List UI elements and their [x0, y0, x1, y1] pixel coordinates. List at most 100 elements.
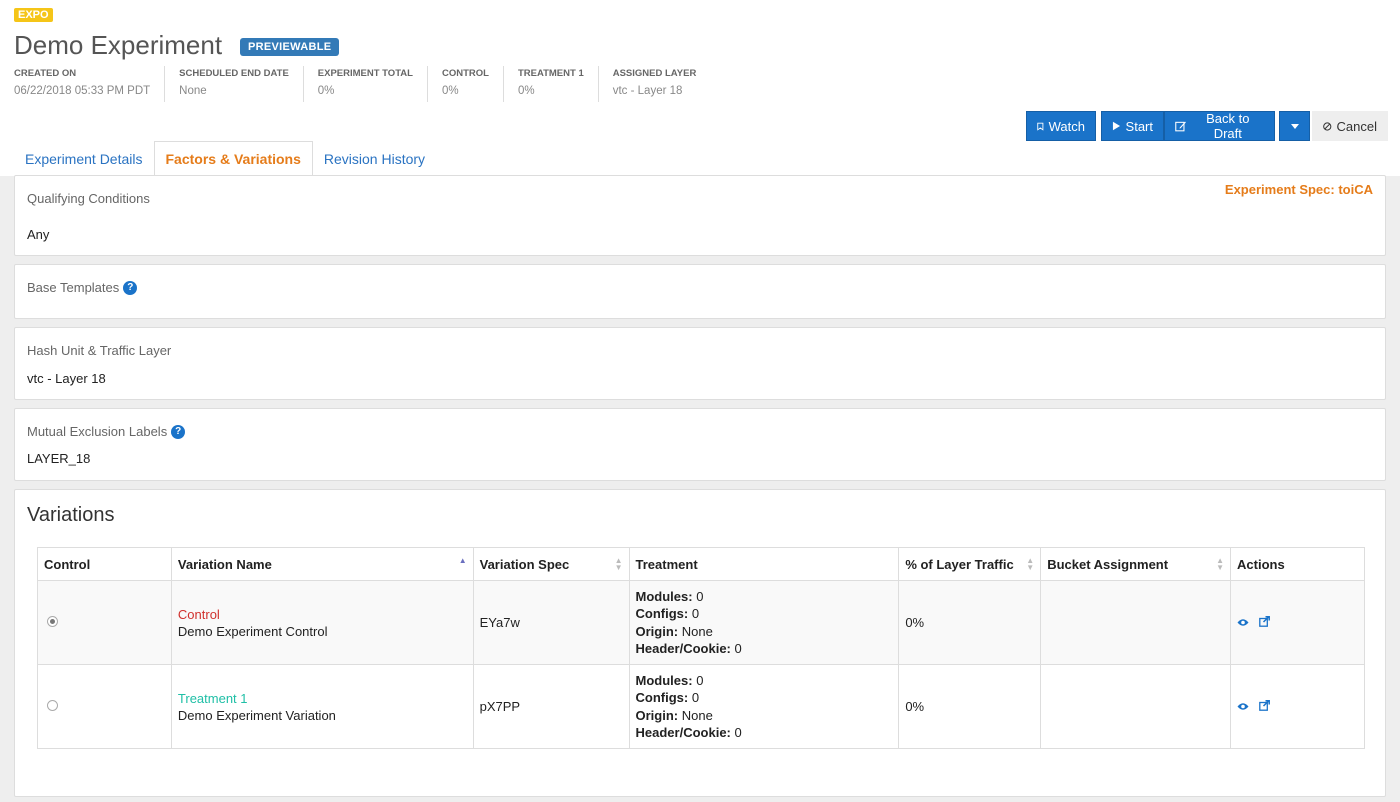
back-to-draft-button[interactable]: Back to Draft	[1164, 111, 1275, 141]
variation-type: Control	[177, 606, 220, 622]
column-header-treatment: Treatment	[628, 547, 900, 581]
back-to-draft-label: Back to Draft	[1206, 111, 1250, 141]
cancel-button-label: Cancel	[1336, 118, 1377, 134]
variations-table: Control Variation Name ▲ Variation Spec ▲ ▼…	[37, 547, 1365, 749]
layer-traffic: 0%	[898, 664, 1042, 749]
status-badge: PREVIEWABLE	[240, 38, 340, 56]
bucket-assignment	[1040, 664, 1232, 749]
bookmark-icon	[1037, 122, 1044, 131]
hash-unit-label: Hash Unit & Traffic Layer	[27, 343, 172, 358]
qualifying-conditions-panel: Qualifying Conditions Any Experiment Spe…	[14, 175, 1386, 256]
help-icon[interactable]: ?	[171, 424, 186, 439]
column-header-actions: Actions	[1230, 547, 1365, 581]
meta-label: ASSIGNED LAYER	[612, 68, 697, 79]
meta-value: 06/22/2018 05:33 PM PDT	[14, 85, 151, 97]
more-actions-group	[1279, 111, 1310, 141]
play-icon	[1112, 121, 1121, 131]
configs-value: 0	[691, 690, 700, 705]
mutual-exclusion-panel: Mutual Exclusion Labels ? LAYER_18	[14, 408, 1386, 481]
cancel-button-group: Cancel	[1312, 111, 1388, 141]
share-icon[interactable]	[1258, 616, 1270, 630]
meta-value: 0%	[317, 85, 335, 97]
meta-assigned-layer: ASSIGNED LAYER vtc - Layer 18	[597, 66, 711, 102]
meta-label: TREATMENT 1	[517, 68, 584, 79]
bucket-assignment	[1040, 580, 1232, 665]
share-icon[interactable]	[1258, 700, 1270, 714]
variation-name-cell: Control Demo Experiment Control	[170, 580, 474, 665]
column-header-variation-name[interactable]: Variation Name ▲	[170, 547, 474, 581]
table-row: Control Demo Experiment Control EYa7w Mo…	[37, 580, 1365, 665]
mutual-exclusion-label: Mutual Exclusion Labels	[27, 424, 168, 439]
control-radio-cell	[37, 664, 172, 749]
help-icon[interactable]: ?	[123, 280, 138, 295]
meta-experiment-total: EXPERIMENT TOTAL 0%	[302, 66, 427, 102]
header-cookie-value: 0	[734, 641, 742, 656]
treatment-cell: Modules: 0 Configs: 0 Origin: None Heade…	[628, 580, 900, 665]
qualifying-conditions-label: Qualifying Conditions	[27, 191, 150, 206]
column-header-bucket-assignment[interactable]: Bucket Assignment ▲ ▼	[1040, 547, 1232, 581]
meta-value: 0%	[441, 85, 459, 97]
sort-icon: ▲ ▼	[1026, 556, 1035, 572]
ban-icon	[1323, 121, 1332, 131]
base-templates-header: Base Templates ?	[27, 280, 138, 295]
page-title: Demo Experiment	[14, 30, 223, 60]
column-header-layer-traffic[interactable]: % of Layer Traffic ▲ ▼	[898, 547, 1042, 581]
watch-button-group: Watch	[1026, 111, 1096, 141]
meta-control: CONTROL 0%	[426, 66, 503, 102]
tab-bar: Experiment Details Factors & Variations …	[14, 141, 436, 176]
hash-unit-panel: Hash Unit & Traffic Layer vtc - Layer 18	[14, 327, 1386, 400]
meta-value: None	[179, 85, 207, 97]
variations-panel: Variations Control Variation Name ▲ Varia…	[14, 489, 1386, 797]
qualifying-conditions-value: Any	[27, 227, 50, 242]
actions-cell	[1230, 664, 1365, 749]
base-templates-label: Base Templates	[27, 280, 120, 295]
watch-button-label: Watch	[1048, 118, 1085, 134]
column-header-control: Control	[37, 547, 172, 581]
variations-title: Variations	[27, 504, 115, 526]
hash-unit-value: vtc - Layer 18	[27, 371, 106, 386]
sort-icon: ▲ ▼	[614, 556, 623, 572]
base-templates-panel: Base Templates ?	[14, 264, 1386, 319]
meta-label: CREATED ON	[14, 68, 77, 79]
caret-down-icon	[1290, 123, 1299, 129]
table-header-row: Control Variation Name ▲ Variation Spec ▲ ▼…	[37, 547, 1365, 581]
meta-treatment-1: TREATMENT 1 0%	[502, 66, 598, 102]
start-button-label: Start	[1125, 118, 1153, 134]
actions-cell	[1230, 580, 1365, 665]
mutual-exclusion-header: Mutual Exclusion Labels ?	[27, 424, 186, 439]
tab-factors-variations[interactable]: Factors & Variations	[153, 141, 313, 176]
configs-value: 0	[691, 606, 700, 621]
meta-label: CONTROL	[441, 68, 489, 79]
watch-button[interactable]: Watch	[1026, 111, 1096, 141]
eye-icon[interactable]	[1237, 616, 1249, 630]
control-radio[interactable]	[47, 700, 58, 711]
variation-spec: EYa7w	[472, 580, 630, 665]
treatment-cell: Modules: 0 Configs: 0 Origin: None Heade…	[628, 664, 900, 749]
app-logo-badge: EXPO	[14, 8, 53, 22]
mutual-exclusion-value: LAYER_18	[27, 451, 91, 466]
modules-value: 0	[696, 672, 704, 688]
control-radio[interactable]	[47, 616, 58, 627]
modules-value: 0	[696, 588, 704, 604]
tab-experiment-details[interactable]: Experiment Details	[14, 141, 154, 176]
control-radio-cell	[37, 580, 172, 665]
origin-value: None	[681, 707, 713, 723]
variation-spec: pX7PP	[472, 664, 630, 749]
eye-icon[interactable]	[1237, 700, 1249, 714]
column-header-variation-spec[interactable]: Variation Spec ▲ ▼	[472, 547, 630, 581]
action-button-group: Start Back to Draft	[1101, 111, 1275, 141]
layer-traffic: 0%	[898, 580, 1042, 665]
experiment-spec: Experiment Spec: toiCA	[1224, 182, 1373, 197]
experiment-meta: CREATED ON 06/22/2018 05:33 PM PDT SCHED…	[14, 66, 710, 102]
origin-value: None	[681, 623, 713, 639]
variation-name: Demo Experiment Control	[177, 623, 328, 639]
more-actions-dropdown[interactable]	[1279, 111, 1310, 141]
variation-name: Demo Experiment Variation	[177, 707, 336, 723]
meta-label: SCHEDULED END DATE	[179, 68, 289, 79]
cancel-button[interactable]: Cancel	[1312, 111, 1388, 141]
tab-revision-history[interactable]: Revision History	[313, 141, 436, 176]
start-button[interactable]: Start	[1101, 111, 1164, 141]
meta-label: EXPERIMENT TOTAL	[317, 68, 413, 79]
sort-icon: ▲ ▼	[1216, 556, 1225, 572]
meta-value: vtc - Layer 18	[612, 85, 683, 97]
